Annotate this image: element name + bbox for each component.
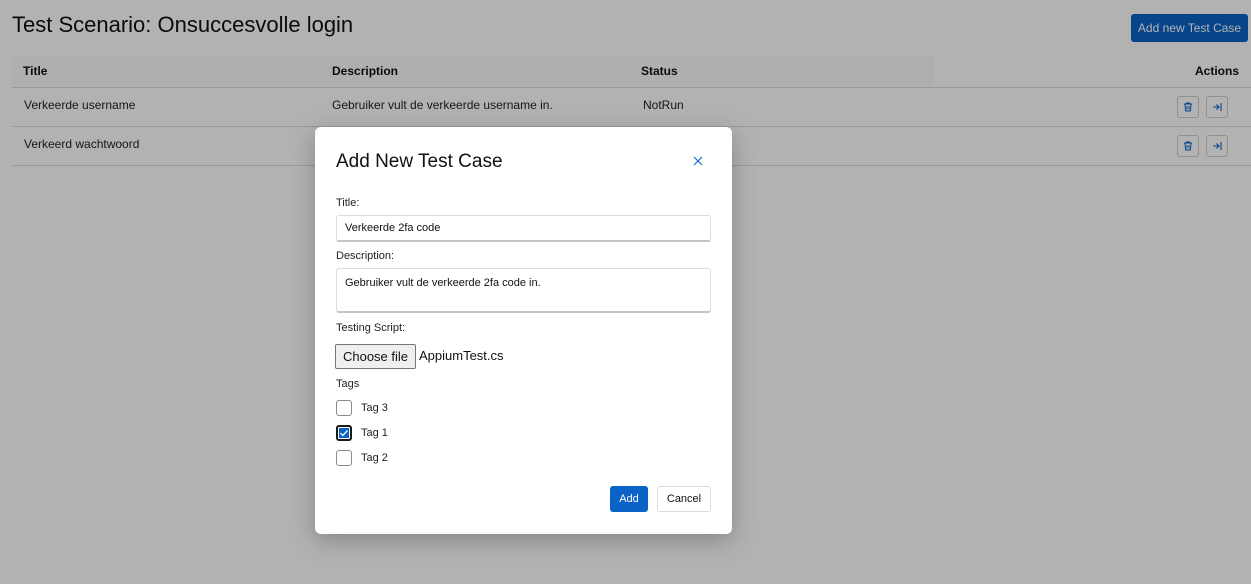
close-icon [693, 156, 703, 165]
tag-3-checkbox[interactable] [336, 400, 352, 416]
tag-label: Tag 3 [361, 402, 388, 414]
checkmark-icon [340, 430, 348, 437]
tag-1-checkbox[interactable] [336, 425, 352, 441]
description-textarea[interactable]: Gebruiker vult de verkeerde 2fa code in. [336, 268, 711, 313]
choose-file-button[interactable]: Choose file [335, 344, 416, 369]
cancel-button[interactable]: Cancel [657, 486, 711, 512]
selected-file-name: AppiumTest.cs [419, 348, 504, 363]
testing-script-label: Testing Script: [336, 322, 406, 334]
tag-label: Tag 2 [361, 452, 388, 464]
add-button[interactable]: Add [610, 486, 648, 512]
close-button[interactable] [689, 152, 707, 170]
description-label: Description: [336, 250, 395, 262]
dialog-title: Add New Test Case [336, 151, 503, 172]
tag-option-tag-1[interactable]: Tag 1 [336, 424, 388, 442]
title-input[interactable] [336, 215, 711, 242]
tag-option-tag-3[interactable]: Tag 3 [336, 399, 388, 417]
tag-2-checkbox[interactable] [336, 450, 352, 466]
tags-label: Tags [336, 378, 360, 390]
title-label: Title: [336, 197, 360, 209]
tag-label: Tag 1 [361, 427, 388, 439]
tag-option-tag-2[interactable]: Tag 2 [336, 449, 388, 467]
add-test-case-dialog: Add New Test Case Title: Description: Ge… [315, 127, 732, 534]
